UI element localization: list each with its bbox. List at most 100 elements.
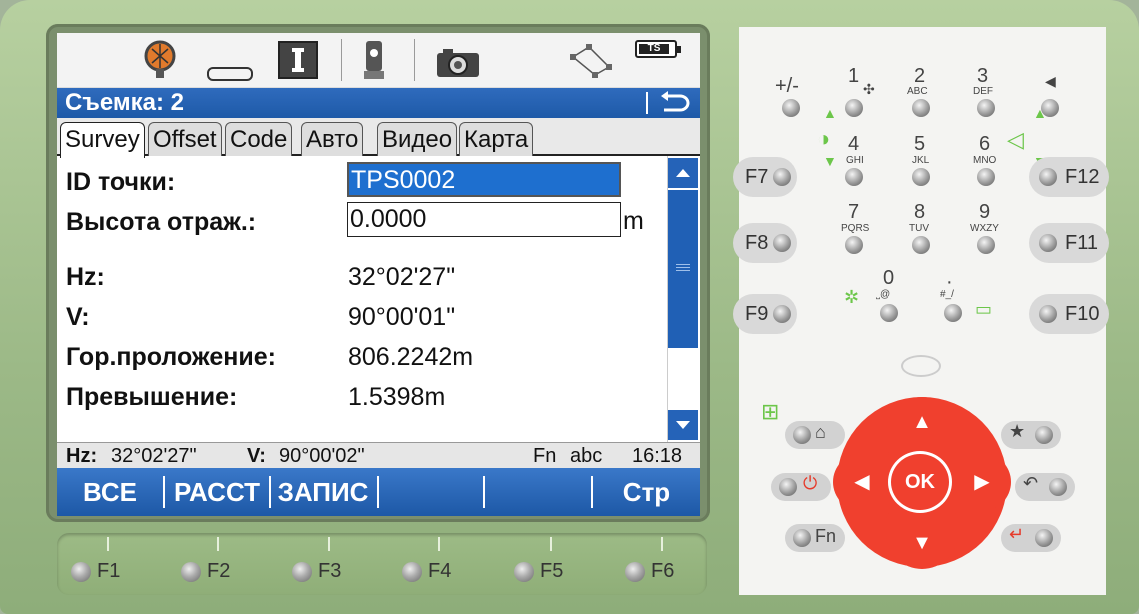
key-9[interactable] bbox=[977, 236, 995, 254]
favorites-key[interactable]: ★ bbox=[1001, 421, 1061, 449]
plusminus-key[interactable] bbox=[782, 99, 800, 117]
tab-video[interactable]: Видео bbox=[377, 122, 458, 156]
reflector-height-icon[interactable] bbox=[207, 67, 253, 81]
key-dot[interactable] bbox=[944, 304, 962, 322]
status-v-label: V: bbox=[247, 445, 266, 467]
softkey-all[interactable]: ВСЕ bbox=[57, 468, 163, 516]
reflector-height-field[interactable]: 0.0000 bbox=[347, 202, 621, 237]
key-5[interactable] bbox=[912, 168, 930, 186]
key-0[interactable] bbox=[880, 304, 898, 322]
softkey-rec[interactable]: ЗАПИС bbox=[271, 468, 375, 516]
f11-key[interactable]: F11 bbox=[1029, 223, 1109, 263]
map-points-icon[interactable] bbox=[569, 43, 615, 79]
arrow-down-icon bbox=[676, 421, 690, 429]
scroll-thumb[interactable] bbox=[668, 190, 698, 348]
f12-key[interactable]: F12 bbox=[1029, 157, 1109, 197]
illumination-icon: ✲ bbox=[844, 287, 860, 307]
scroll-down-button[interactable] bbox=[668, 410, 698, 440]
title-divider bbox=[646, 92, 648, 114]
f6-key[interactable]: F6 bbox=[625, 556, 674, 586]
speaker-icon: ◁ bbox=[1007, 127, 1024, 152]
home-key[interactable]: ⌂ bbox=[785, 421, 845, 449]
arrow-left-key[interactable]: ◀ bbox=[833, 453, 891, 511]
key-8[interactable] bbox=[912, 236, 930, 254]
softkey-dist[interactable]: РАССТ bbox=[165, 468, 269, 516]
power-key[interactable]: ⏻ bbox=[771, 473, 831, 501]
fn-key[interactable]: Fn bbox=[785, 524, 845, 552]
escape-key[interactable]: ↶ bbox=[1015, 473, 1075, 501]
escape-icon: ↶ bbox=[1023, 473, 1039, 493]
key-3-label: 3 bbox=[977, 65, 989, 87]
f8-key[interactable]: F8 bbox=[733, 223, 797, 263]
back-button[interactable] bbox=[656, 90, 690, 116]
f3-key[interactable]: F3 bbox=[292, 556, 341, 586]
key-dot-sub: #_/ bbox=[940, 289, 954, 300]
key-9-sub: WXZY bbox=[970, 223, 999, 234]
f1-key[interactable]: F1 bbox=[71, 556, 120, 586]
input-mode-icon[interactable] bbox=[278, 41, 318, 79]
arrow-right-key[interactable]: ▶ bbox=[953, 453, 1011, 511]
f10-key[interactable]: F10 bbox=[1029, 294, 1109, 334]
power-icon: ⏻ bbox=[803, 473, 818, 493]
title-bar: Съемка: 2 bbox=[57, 88, 700, 118]
scroll-up-button[interactable] bbox=[668, 158, 698, 188]
key-1[interactable] bbox=[845, 99, 863, 117]
home-icon: ⌂ bbox=[815, 422, 826, 442]
prism-icon[interactable] bbox=[143, 39, 177, 79]
status-time: 16:18 bbox=[632, 445, 683, 467]
screen: TS Съемка: 2 Survey Offset Code Авто Вид… bbox=[57, 33, 700, 516]
horizontal-distance-value: 806.2242m bbox=[348, 343, 474, 371]
softkey-page[interactable]: Стр bbox=[593, 468, 700, 516]
key-7-label: 7 bbox=[848, 201, 860, 223]
f7-key[interactable]: F7 bbox=[733, 157, 797, 197]
key-6-sub: MNO bbox=[973, 155, 997, 166]
point-id-field[interactable]: TPS0002 bbox=[347, 162, 621, 197]
key-7[interactable] bbox=[845, 236, 863, 254]
key-6[interactable] bbox=[977, 168, 995, 186]
key-0-sub: ˽@ bbox=[876, 289, 891, 300]
camera-icon[interactable] bbox=[435, 47, 481, 79]
page-title: Съемка: 2 bbox=[65, 89, 184, 116]
survey-form: ID точки: TPS0002 Высота отраж.: 0.0000 … bbox=[57, 156, 667, 442]
windows-icon: ⊞ bbox=[761, 399, 780, 424]
key-8-label: 8 bbox=[914, 201, 926, 223]
function-key-bar: F1 F2 F3 F4 F5 F6 bbox=[57, 533, 707, 595]
key-3[interactable] bbox=[977, 99, 995, 117]
enter-icon: ↵ bbox=[1009, 524, 1025, 544]
icon-separator bbox=[414, 39, 415, 81]
enter-key[interactable]: ↵ bbox=[1001, 524, 1061, 552]
brightness-icon: ◑ bbox=[817, 126, 831, 151]
status-hz-value: 32°02'27" bbox=[111, 445, 197, 467]
f9-key[interactable]: F9 bbox=[733, 294, 797, 334]
tab-code[interactable]: Code bbox=[225, 122, 293, 156]
status-bar: Hz: 32°02'27" V: 90°00'02" Fn abc 16:18 bbox=[57, 442, 700, 468]
battery-label: TS bbox=[639, 44, 669, 54]
navigation-pad: ▲ ▼ ◀ ▶ OK bbox=[833, 397, 1011, 569]
softkey-bar: ВСЕ РАССТ ЗАПИС Стр bbox=[57, 468, 700, 516]
f4-key[interactable]: F4 bbox=[402, 556, 451, 586]
scrollbar[interactable] bbox=[667, 156, 698, 442]
plusminus-label: +/- bbox=[775, 75, 799, 97]
key-4[interactable] bbox=[845, 168, 863, 186]
tab-map[interactable]: Карта bbox=[459, 122, 534, 156]
hz-label: Hz: bbox=[66, 263, 105, 291]
tab-survey[interactable]: Survey bbox=[60, 122, 145, 158]
key-2-sub: ABC bbox=[907, 86, 928, 97]
height-difference-label: Превышение: bbox=[66, 383, 238, 411]
height-difference-value: 1.5398m bbox=[348, 383, 446, 411]
softkey-4[interactable] bbox=[379, 468, 483, 516]
ok-key[interactable]: OK bbox=[888, 451, 952, 513]
backspace-icon: ◀ bbox=[1045, 73, 1056, 89]
f2-key[interactable]: F2 bbox=[181, 556, 230, 586]
softkey-5[interactable] bbox=[485, 468, 589, 516]
tab-offset[interactable]: Offset bbox=[148, 122, 222, 156]
hz-value: 32°02'27" bbox=[348, 263, 456, 291]
key-0-label: 0 bbox=[883, 267, 895, 289]
f5-key[interactable]: F5 bbox=[514, 556, 563, 586]
key-2[interactable] bbox=[912, 99, 930, 117]
total-station-icon[interactable] bbox=[362, 39, 386, 81]
tab-auto[interactable]: Авто bbox=[301, 122, 364, 156]
reflector-height-unit: m bbox=[623, 207, 644, 235]
star-icon: ★ bbox=[1009, 421, 1026, 441]
icon-separator bbox=[341, 39, 342, 81]
